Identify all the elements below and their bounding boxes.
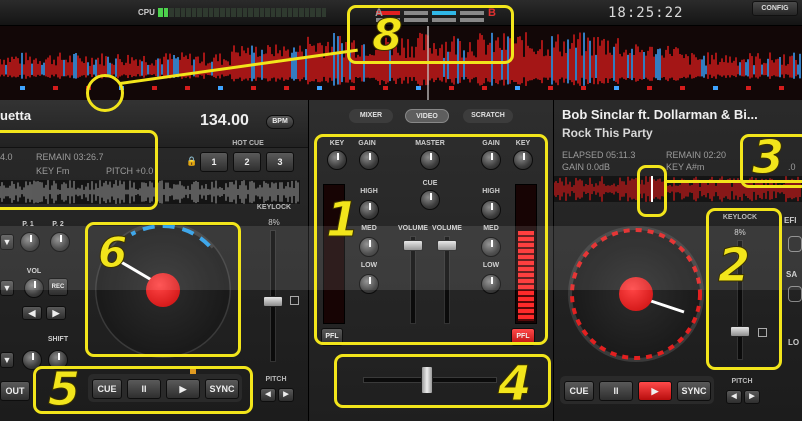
- tab-video[interactable]: VIDEO: [405, 109, 449, 123]
- deck-right-elapsed: ELAPSED 05:11.3: [562, 150, 636, 160]
- pause-button[interactable]: II: [599, 381, 633, 401]
- hot-cue-2-button[interactable]: 2: [233, 152, 261, 172]
- hot-cue-1-button[interactable]: 1: [200, 152, 228, 172]
- deck-right-gain: GAIN 0.0dB: [562, 162, 611, 172]
- waveform-cue-marker: [515, 86, 520, 90]
- deck-right-title: Bob Sinclar ft. Dollarman & Bi...: [562, 107, 758, 122]
- deck-right-key: KEY A#m: [666, 162, 705, 172]
- bpm-button[interactable]: BPM: [266, 115, 294, 129]
- waveform-cue-marker: [581, 86, 586, 90]
- waveform-cue-marker: [53, 86, 58, 90]
- deck-left-keylock-label: KEYLOCK: [256, 204, 292, 211]
- waveform-cue-marker: [647, 86, 652, 90]
- waveform-cue-marker: [251, 86, 256, 90]
- waveform-cue-marker: [416, 86, 421, 90]
- chevron-left-icon[interactable]: ◀: [260, 388, 276, 402]
- sync-button[interactable]: SYNC: [677, 381, 711, 401]
- annotation-number-3: 3: [751, 130, 785, 185]
- waveform-cue-marker: [383, 86, 388, 90]
- chevron-down-icon[interactable]: ▼: [0, 352, 14, 368]
- annotation-box-3: [637, 165, 667, 217]
- deck-right-subtitle: Rock This Party: [562, 126, 653, 140]
- out-button[interactable]: OUT: [0, 381, 30, 401]
- annotation-box-deck-info: [0, 130, 158, 210]
- waveform-cue-marker: [449, 86, 454, 90]
- waveform-cue-marker: [482, 86, 487, 90]
- chevron-right-icon[interactable]: ▶: [744, 390, 760, 404]
- cue-button[interactable]: CUE: [564, 381, 594, 401]
- deck-left-title: uetta: [0, 108, 32, 123]
- deck-right-side-label-1: EFI: [784, 216, 797, 225]
- chevron-right-icon[interactable]: ▶: [46, 306, 66, 320]
- annotation-number-4: 4: [497, 356, 532, 413]
- annotation-number-8: 8: [372, 10, 404, 62]
- waveform-cue-marker: [614, 86, 619, 90]
- hot-cue-3-button[interactable]: 3: [266, 152, 294, 172]
- waveform-cue-marker: [152, 86, 157, 90]
- deck-right-sample-toggle[interactable]: [788, 286, 802, 302]
- chevron-down-icon[interactable]: ▼: [0, 234, 14, 250]
- deck-right-side-label-2: SA: [786, 270, 798, 279]
- annotation-number-5: 5: [47, 362, 81, 417]
- waveform-cue-marker: [779, 86, 784, 90]
- p1-knob[interactable]: [20, 232, 40, 252]
- waveform-cue-marker: [317, 86, 322, 90]
- deck-left-bpm: 134.00: [200, 112, 249, 129]
- config-button[interactable]: CONFIG: [752, 1, 798, 16]
- chevron-down-icon[interactable]: ▼: [0, 280, 14, 296]
- tab-mixer[interactable]: MIXER: [349, 109, 393, 123]
- waveform-cue-marker: [746, 86, 751, 90]
- deck-right-effect-toggle[interactable]: [788, 236, 802, 252]
- vol-label: VOL: [26, 268, 42, 275]
- deck-right-side-label-3: LO: [788, 338, 800, 347]
- cpu-meter: [158, 8, 327, 17]
- waveform-cue-marker: [713, 86, 718, 90]
- annotation-number-1: 1: [325, 192, 360, 249]
- p2-knob[interactable]: [50, 232, 70, 252]
- play-button[interactable]: ▶: [638, 381, 672, 401]
- clock: 18:25:22: [608, 5, 684, 21]
- shift-label: SHIFT: [47, 336, 69, 343]
- waveform-cue-marker: [680, 86, 685, 90]
- deck-right-remain: REMAIN 02:20: [666, 150, 727, 160]
- deck-left-pitch-percent: 8%: [268, 218, 280, 227]
- rec-button[interactable]: REC: [48, 278, 68, 296]
- chevron-left-icon[interactable]: ◀: [726, 390, 742, 404]
- pitch-reset-icon[interactable]: [290, 296, 299, 305]
- vol-knob[interactable]: [24, 278, 44, 298]
- deck-right-platter-label: [619, 277, 653, 311]
- p2-label: P. 2: [52, 221, 64, 228]
- deck-right-pitch-label: PITCH: [731, 378, 753, 385]
- chevron-left-icon[interactable]: ◀: [22, 306, 42, 320]
- hot-cue-label: HOT CUE: [232, 140, 264, 147]
- lock-icon: 🔒: [186, 156, 198, 166]
- waveform-cue-marker: [284, 86, 289, 90]
- chevron-right-icon[interactable]: ▶: [278, 388, 294, 402]
- deck-left-pitch-label: PITCH: [265, 376, 287, 383]
- annotation-number-2: 2: [717, 238, 751, 293]
- waveform-cue-marker: [350, 86, 355, 90]
- annotation-number-6: 6: [97, 228, 128, 278]
- waveform-cue-marker: [218, 86, 223, 90]
- annotation-circle-8: [86, 74, 124, 112]
- cpu-label: CPU: [138, 8, 155, 17]
- waveform-cue-marker: [185, 86, 190, 90]
- waveform-cue-marker: [20, 86, 25, 90]
- deck-left-pitch-fader-handle[interactable]: [263, 296, 283, 307]
- waveform-cue-marker: [548, 86, 553, 90]
- annotation-leader-3: [664, 180, 802, 183]
- tab-scratch[interactable]: SCRATCH: [463, 109, 513, 123]
